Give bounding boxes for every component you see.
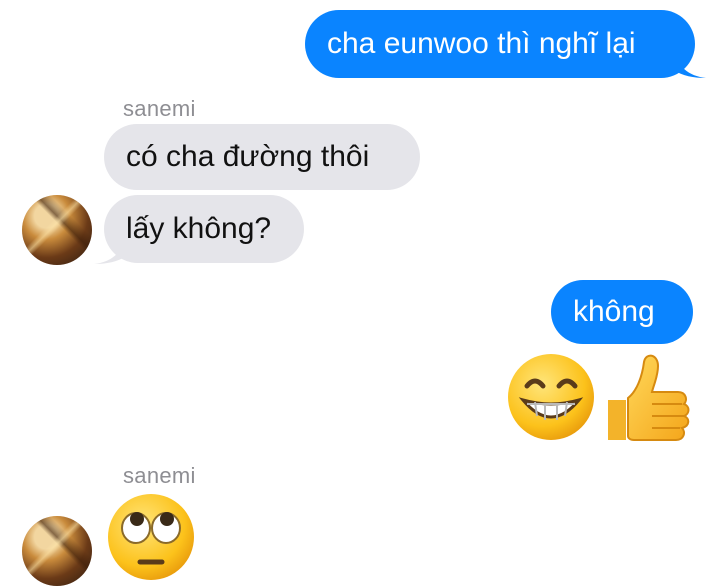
message-text: không — [573, 295, 655, 328]
outgoing-message-bubble[interactable]: cha eunwoo thì nghĩ lại — [305, 10, 695, 78]
outgoing-message-bubble[interactable]: không — [551, 280, 693, 344]
bubble-tail — [94, 238, 126, 264]
sender-name: sanemi — [123, 463, 196, 488]
sender-avatar[interactable] — [22, 195, 92, 265]
incoming-message-bubble[interactable]: lấy không? — [104, 195, 304, 263]
thumbs-up-emoji[interactable] — [600, 348, 692, 444]
face-with-rolling-eyes-emoji[interactable] — [104, 492, 198, 582]
sender-avatar[interactable] — [22, 516, 92, 586]
incoming-message-bubble[interactable]: có cha đường thôi — [104, 124, 420, 190]
bubble-tail — [674, 52, 706, 78]
message-text: có cha đường thôi — [126, 140, 370, 173]
grinning-face-emoji[interactable] — [505, 352, 597, 442]
message-text: lấy không? — [126, 212, 272, 245]
message-text: cha eunwoo thì nghĩ lại — [327, 27, 636, 60]
sender-name: sanemi — [123, 96, 196, 121]
